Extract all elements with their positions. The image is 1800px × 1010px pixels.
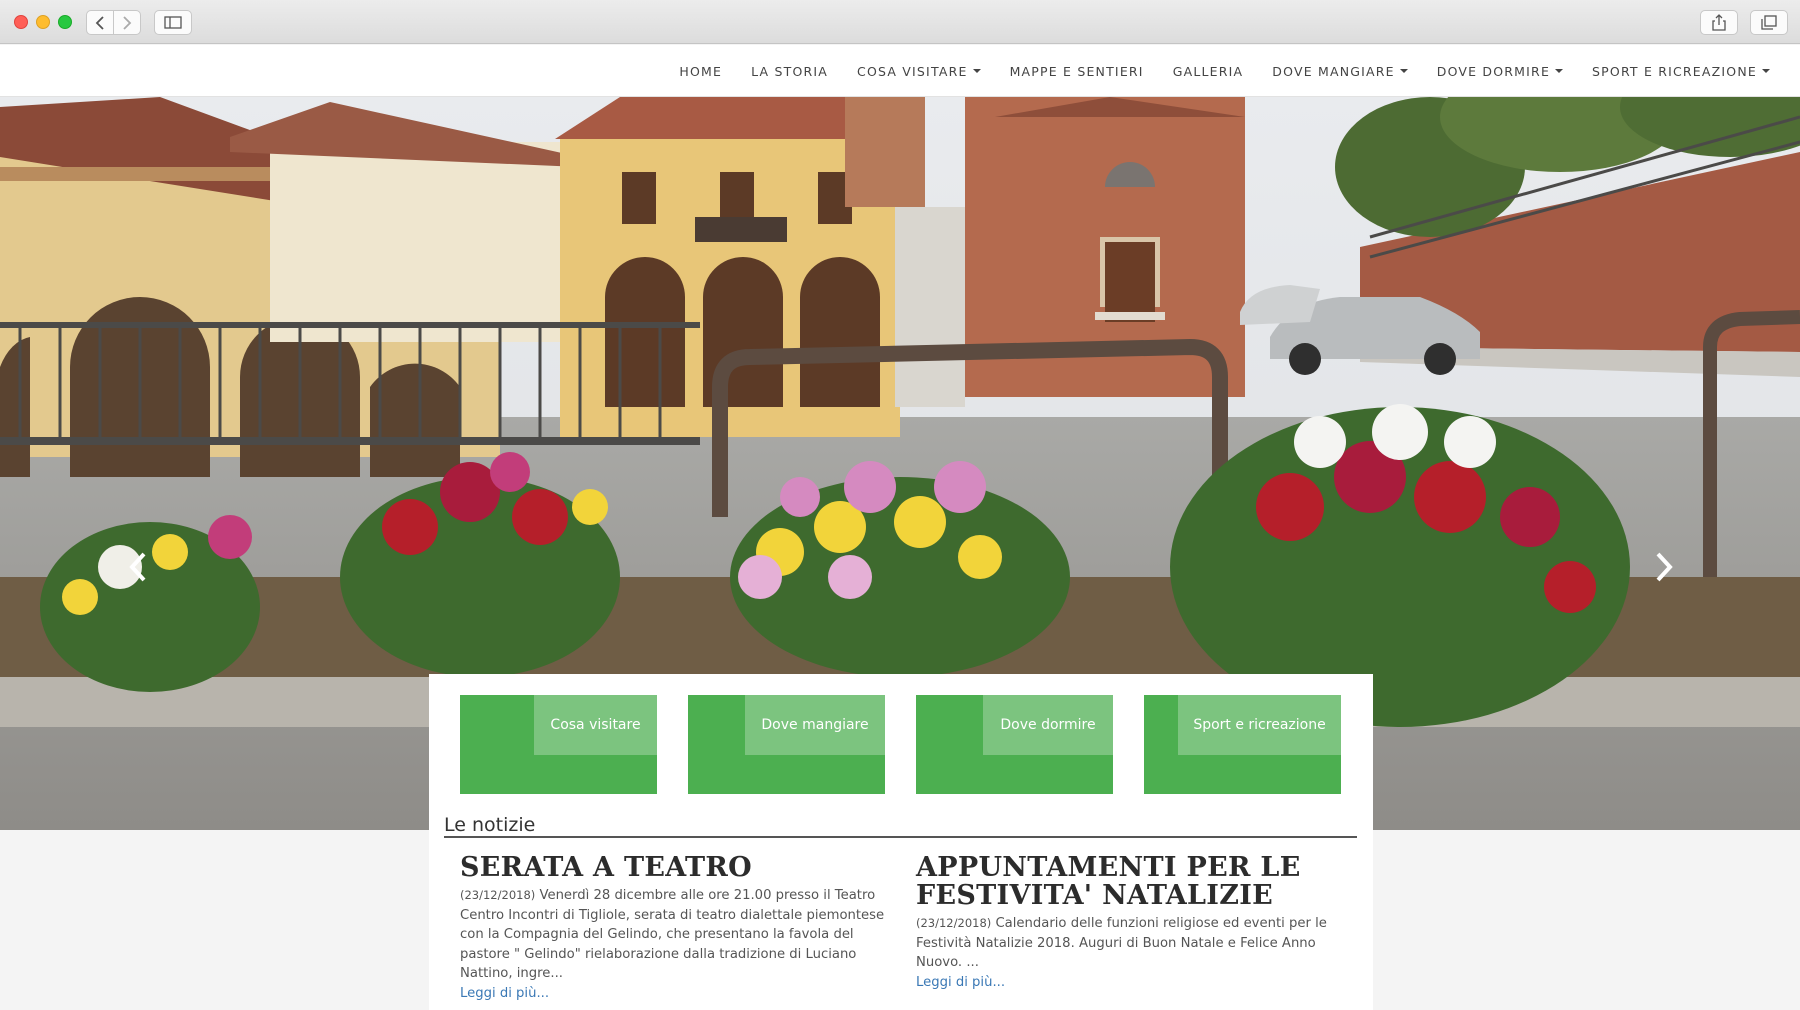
read-more-link[interactable]: Leggi di più... [460,984,885,1004]
news-article-date: (23/12/2018) [916,916,992,930]
caret-down-icon [972,69,981,73]
news-article: SERATA A TEATRO (23/12/2018) Venerdì 28 … [460,854,885,1003]
share-icon [1712,14,1726,31]
tile-cosa-visitare[interactable]: Cosa visitare [460,695,657,794]
news-article-body: (23/12/2018) Venerdì 28 dicembre alle or… [460,886,885,984]
nav-item-label: LA STORIA [751,63,829,79]
chevron-right-icon [1656,552,1673,582]
caret-down-icon [1399,69,1408,73]
sidebar-toggle-button[interactable] [154,10,192,35]
nav-item-label: HOME [679,63,723,79]
nav-item-la-storia[interactable]: LA STORIA [751,64,828,79]
nav-item-mappe-e-sentieri[interactable]: MAPPE E SENTIERI [1010,64,1144,79]
news-article-body: (23/12/2018) Calendario delle funzioni r… [916,914,1341,973]
chevron-left-icon [95,15,104,30]
nav-item-home[interactable]: HOME [679,64,722,79]
nav-item-label: COSA VISITARE [857,63,968,79]
share-button[interactable] [1700,10,1738,35]
read-more-link[interactable]: Leggi di più... [916,973,1341,993]
forward-button[interactable] [113,10,141,35]
nav-item-label: DOVE MANGIARE [1272,63,1395,79]
chevron-left-icon [129,552,146,582]
nav-item-dove-mangiare[interactable]: DOVE MANGIARE [1272,63,1408,79]
site-navbar: HOME LA STORIA COSA VISITARE MAPPE E SENTIE… [0,45,1800,97]
main-menu: HOME LA STORIA COSA VISITARE MAPPE E SENTIE… [650,45,1770,97]
nav-item-label: SPORT E RICREAZIONE [1592,63,1757,79]
nav-item-label: DOVE DORMIRE [1436,63,1551,79]
close-window-button[interactable] [14,15,28,29]
section-divider [444,836,1357,838]
minimize-window-button[interactable] [36,15,50,29]
nav-item-sport-e-ricreazione[interactable]: SPORT E RICREAZIONE [1592,64,1770,79]
news-article-date: (23/12/2018) [460,888,536,902]
nav-item-cosa-visitare[interactable]: COSA VISITARE [857,64,981,79]
caret-down-icon [1555,69,1564,73]
news-article: APPUNTAMENTI PER LE FESTIVITA' NATALIZIE… [916,854,1341,992]
tile-label: Sport e ricreazione [1178,695,1341,755]
nav-item-galleria[interactable]: GALLERIA [1173,64,1244,79]
tabs-overview-button[interactable] [1750,10,1788,35]
news-section-title: Le notizie [444,814,536,836]
back-button[interactable] [86,10,114,35]
tile-dove-mangiare[interactable]: Dove mangiare [688,695,885,794]
chevron-right-icon [123,15,132,30]
nav-item-dove-dormire[interactable]: DOVE DORMIRE [1436,63,1564,79]
tabs-icon [1761,15,1777,30]
caret-down-icon [1762,69,1770,73]
tile-dove-dormire[interactable]: Dove dormire [916,695,1113,794]
carousel-prev-button[interactable] [123,537,153,597]
zoom-window-button[interactable] [58,15,72,29]
tile-sport-e-ricreazione[interactable]: Sport e ricreazione [1144,695,1341,794]
tile-label: Dove mangiare [745,695,885,755]
news-article-title[interactable]: APPUNTAMENTI PER LE FESTIVITA' NATALIZIE [916,854,1341,910]
carousel-next-button[interactable] [1649,537,1679,597]
tile-label: Cosa visitare [534,695,657,755]
news-article-title[interactable]: SERATA A TEATRO [460,854,885,882]
browser-toolbar [0,0,1800,44]
nav-item-label: GALLERIA [1172,63,1244,79]
content-card: Cosa visitare Dove mangiare Dove dormire… [429,674,1373,1010]
sidebar-icon [164,16,182,29]
tile-label: Dove dormire [983,695,1113,755]
nav-item-label: MAPPE E SENTIERI [1009,63,1144,79]
